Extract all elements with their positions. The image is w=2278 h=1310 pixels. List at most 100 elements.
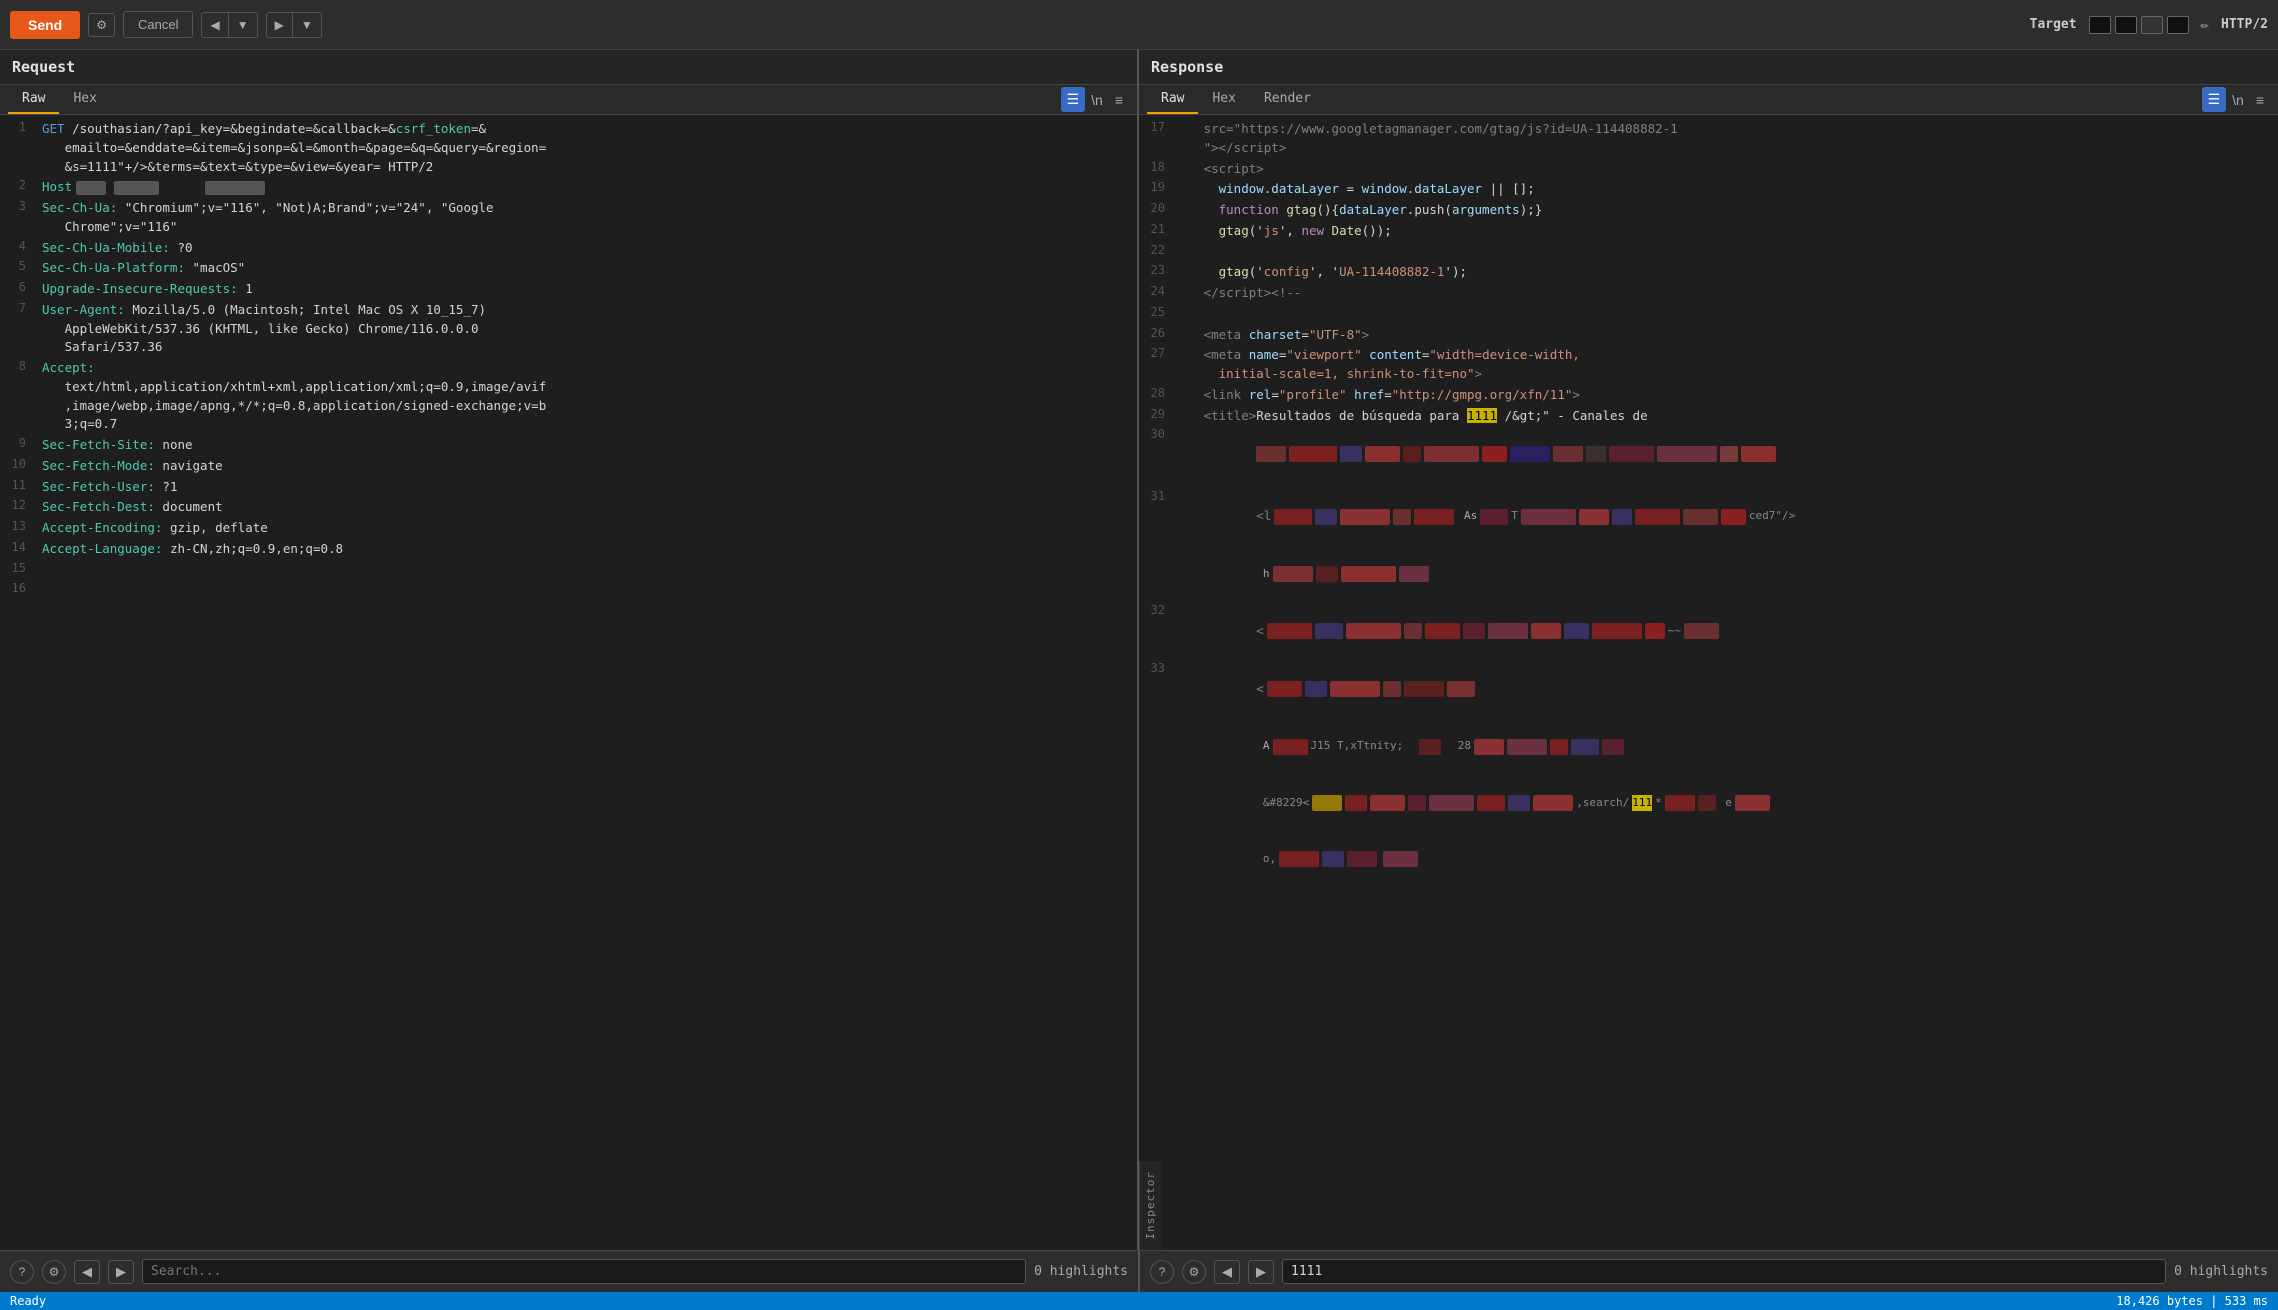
line-content-5: Sec-Ch-Ua-Platform: "macOS" — [36, 258, 1137, 279]
tab-response-hex[interactable]: Hex — [1198, 85, 1249, 114]
resp-line-content-26: <meta charset="UTF-8"> — [1175, 325, 2278, 346]
request-newline-icon[interactable]: \n — [1085, 88, 1109, 112]
resp-line-num-21: 21 — [1139, 221, 1175, 236]
nav-forward-group: ▶ ▼ — [266, 12, 322, 38]
send-button[interactable]: Send — [10, 11, 80, 39]
resp-line-content-28: <link rel="profile" href="http://gmpg.or… — [1175, 385, 2278, 406]
response-settings-button[interactable]: ⚙ — [1182, 1260, 1206, 1284]
response-list-view-icon[interactable]: ☰ — [2202, 87, 2227, 112]
cancel-button[interactable]: Cancel — [123, 11, 193, 38]
tab-request-hex[interactable]: Hex — [59, 85, 110, 114]
request-menu-icon[interactable]: ≡ — [1109, 88, 1129, 112]
resp-line-num-18: 18 — [1139, 159, 1175, 174]
request-line-15: 15 — [0, 560, 1137, 581]
line-content-11: Sec-Fetch-User: ?1 — [36, 477, 1137, 498]
response-code-area[interactable]: 17 src="https://www.googletagmanager.com… — [1139, 115, 2278, 1161]
resp-line-content-30 — [1175, 426, 2278, 487]
target-block-4 — [2167, 16, 2189, 34]
request-line-11: 11 Sec-Fetch-User: ?1 — [0, 477, 1137, 498]
line-num-11: 11 — [0, 477, 36, 492]
resp-line-num-24: 24 — [1139, 283, 1175, 298]
line-num-13: 13 — [0, 518, 36, 533]
response-line-22: 22 — [1139, 242, 2278, 263]
response-line-25: 25 — [1139, 304, 2278, 325]
nav-forward-button[interactable]: ▶ — [267, 13, 293, 37]
line-content-13: Accept-Encoding: gzip, deflate — [36, 518, 1137, 539]
response-line-24: 24 </script><!-- — [1139, 283, 2278, 304]
toolbar-right: Target ✏ HTTP/2 — [2030, 16, 2268, 34]
line-num-1: 1 — [0, 119, 36, 134]
nav-back-dropdown-button[interactable]: ▼ — [229, 13, 257, 37]
line-num-6: 6 — [0, 279, 36, 294]
resp-line-num-29: 29 — [1139, 406, 1175, 421]
line-num-10: 10 — [0, 456, 36, 471]
resp-line-num-30: 30 — [1139, 426, 1175, 441]
request-code-area[interactable]: 1 GET /southasian/?api_key=&begindate=&c… — [0, 115, 1137, 1250]
resp-line-num-27: 27 — [1139, 345, 1175, 360]
status-ready-text: Ready — [10, 1294, 46, 1308]
request-search-next-button[interactable]: ▶ — [108, 1260, 134, 1284]
bottom-bar: ? ⚙ ◀ ▶ 0 highlights ? ⚙ ◀ ▶ 0 highlight… — [0, 1250, 2278, 1292]
response-menu-icon[interactable]: ≡ — [2250, 88, 2270, 112]
request-line-5: 5 Sec-Ch-Ua-Platform: "macOS" — [0, 258, 1137, 279]
line-content-8: Accept: text/html,application/xhtml+xml,… — [36, 358, 1137, 435]
response-search-input[interactable] — [1282, 1259, 2166, 1284]
request-line-7: 7 User-Agent: Mozilla/5.0 (Macintosh; In… — [0, 300, 1137, 358]
response-line-27: 27 <meta name="viewport" content="width=… — [1139, 345, 2278, 385]
line-num-5: 5 — [0, 258, 36, 273]
inspector-tab[interactable]: Inspector — [1139, 1161, 1161, 1250]
toolbar: Send ⚙ Cancel ◀ ▼ ▶ ▼ Target ✏ HTTP/2 — [0, 0, 2278, 50]
nav-back-button[interactable]: ◀ — [202, 13, 228, 37]
line-num-9: 9 — [0, 435, 36, 450]
response-help-button[interactable]: ? — [1150, 1260, 1174, 1284]
request-line-9: 9 Sec-Fetch-Site: none — [0, 435, 1137, 456]
request-search-input[interactable] — [142, 1259, 1026, 1284]
line-num-4: 4 — [0, 238, 36, 253]
resp-line-num-26: 26 — [1139, 325, 1175, 340]
resp-line-num-32: 32 — [1139, 602, 1175, 617]
resp-line-content-27: <meta name="viewport" content="width=dev… — [1175, 345, 2278, 385]
resp-line-content-21: gtag('js', new Date()); — [1175, 221, 2278, 242]
resp-line-content-31: <l As T — [1175, 488, 2278, 603]
response-line-33: 33 < A ​J15 T,xTtni — [1139, 660, 2278, 887]
response-line-17: 17 src="https://www.googletagmanager.com… — [1139, 119, 2278, 159]
edit-icon[interactable]: ✏ — [2201, 17, 2209, 33]
settings-icon-button[interactable]: ⚙ — [88, 13, 115, 37]
bottom-bar-right: ? ⚙ ◀ ▶ 0 highlights — [1138, 1251, 2278, 1292]
request-line-3: 3 Sec-Ch-Ua: "Chromium";v="116", "Not)A;… — [0, 198, 1137, 238]
request-search-prev-button[interactable]: ◀ — [74, 1260, 100, 1284]
request-help-button[interactable]: ? — [10, 1260, 34, 1284]
line-content-6: Upgrade-Insecure-Requests: 1 — [36, 279, 1137, 300]
resp-line-num-22: 22 — [1139, 242, 1175, 257]
resp-line-num-19: 19 — [1139, 179, 1175, 194]
line-content-14: Accept-Language: zh-CN,zh;q=0.9,en;q=0.8 — [36, 539, 1137, 560]
request-list-view-icon[interactable]: ☰ — [1061, 87, 1086, 112]
line-num-12: 12 — [0, 497, 36, 512]
response-line-29: 29 <title>Resultados de búsqueda para 11… — [1139, 406, 2278, 427]
line-num-16: 16 — [0, 580, 36, 595]
resp-line-content-29: <title>Resultados de búsqueda para 1111 … — [1175, 406, 2278, 427]
request-settings-button[interactable]: ⚙ — [42, 1260, 66, 1284]
nav-forward-dropdown-button[interactable]: ▼ — [293, 13, 321, 37]
tab-response-raw[interactable]: Raw — [1147, 85, 1198, 114]
request-line-13: 13 Accept-Encoding: gzip, deflate — [0, 518, 1137, 539]
response-search-prev-button[interactable]: ◀ — [1214, 1260, 1240, 1284]
line-content-15 — [36, 560, 1137, 581]
response-line-26: 26 <meta charset="UTF-8"> — [1139, 325, 2278, 346]
response-newline-icon[interactable]: \n — [2226, 88, 2250, 112]
response-panel: Response Raw Hex Render ☰ \n ≡ 17 src="h… — [1139, 50, 2278, 1250]
request-highlights-count: 0 highlights — [1034, 1264, 1128, 1279]
response-line-19: 19 window.dataLayer = window.dataLayer |… — [1139, 179, 2278, 200]
line-content-7: User-Agent: Mozilla/5.0 (Macintosh; Inte… — [36, 300, 1137, 358]
line-content-16 — [36, 580, 1137, 601]
line-num-8: 8 — [0, 358, 36, 373]
line-content-9: Sec-Fetch-Site: none — [36, 435, 1137, 456]
response-line-23: 23 gtag('config', 'UA-114408882-1'); — [1139, 262, 2278, 283]
tab-request-raw[interactable]: Raw — [8, 85, 59, 114]
tab-response-render[interactable]: Render — [1250, 85, 1325, 114]
inspector-label: Inspector — [1144, 1171, 1157, 1240]
resp-line-num-17: 17 — [1139, 119, 1175, 134]
request-tabs: Raw Hex ☰ \n ≡ — [0, 85, 1137, 115]
line-content-4: Sec-Ch-Ua-Mobile: ?0 — [36, 238, 1137, 259]
response-search-next-button[interactable]: ▶ — [1248, 1260, 1274, 1284]
